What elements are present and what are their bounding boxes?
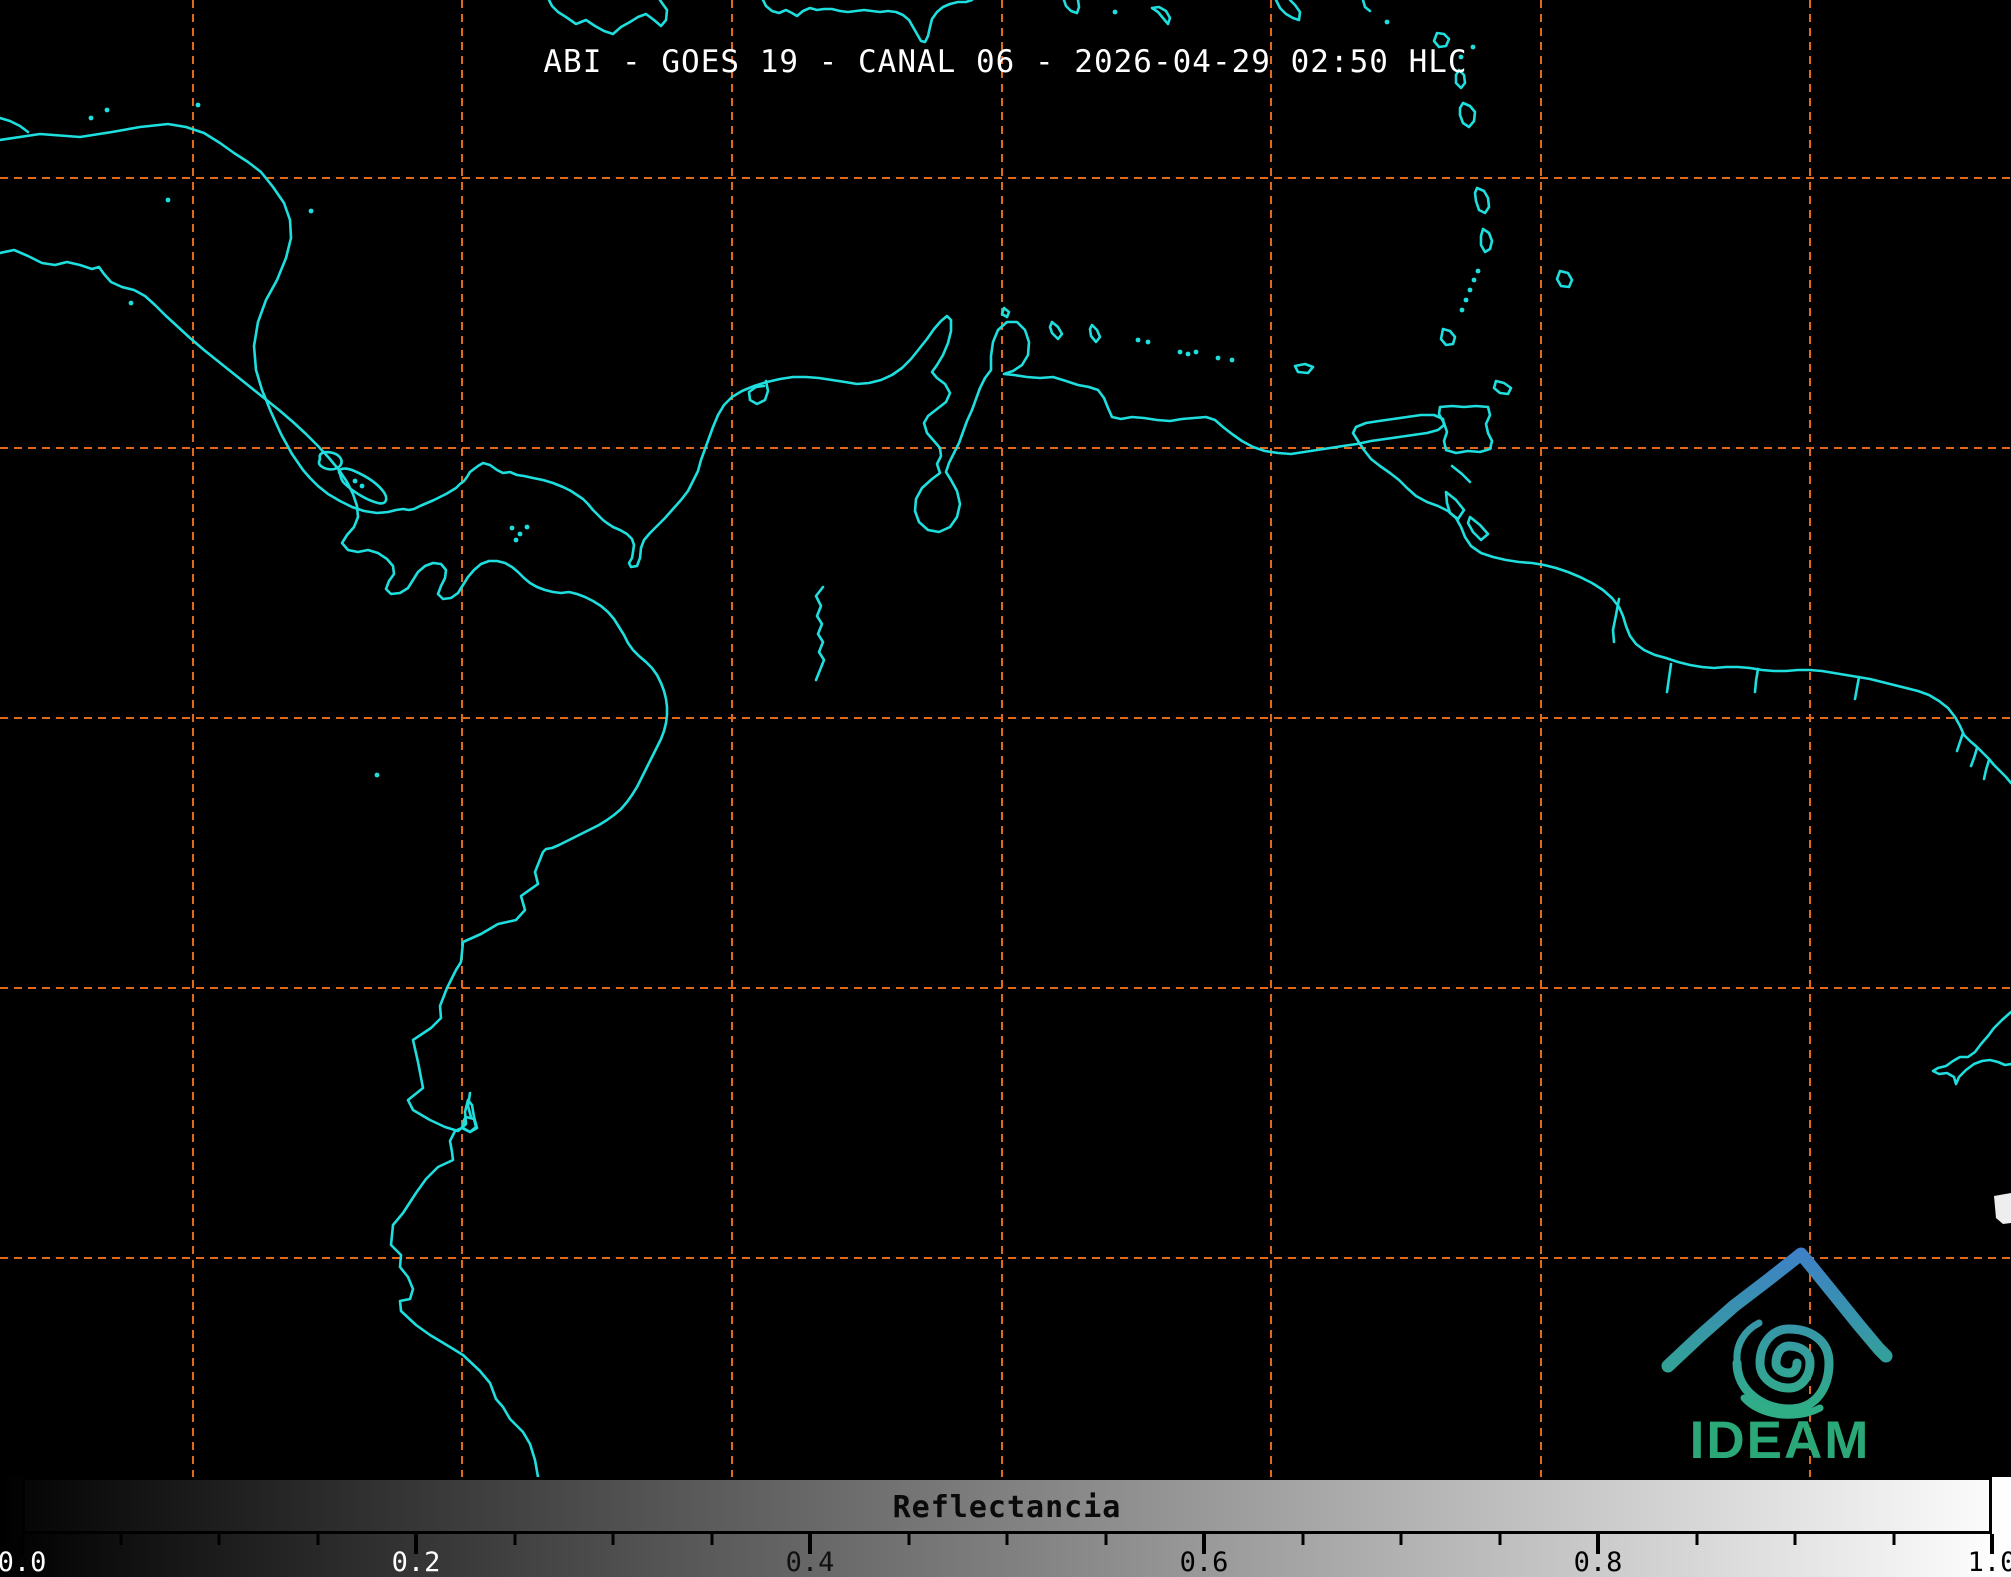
colorbar-minor-tick [513, 1534, 516, 1545]
colorbar-strip: Reflectancia 0.0 0.2 0.4 0.6 0.8 1.0 [0, 1477, 2011, 1577]
island-dot [352, 478, 358, 484]
coastline-path [1982, 758, 1991, 781]
coastline-path [1473, 186, 1491, 215]
coastline-path [1274, 0, 1302, 22]
island-dot [1229, 357, 1235, 363]
ideam-logo: IDEAM [1640, 1235, 1920, 1480]
coastline-path [1439, 327, 1457, 347]
coastline-path [1444, 490, 1466, 521]
coastline-path [1088, 323, 1102, 344]
coastline-path [1437, 404, 1494, 455]
island-dot [1177, 349, 1183, 355]
island-dot [1215, 355, 1221, 361]
ideam-logo-text: IDEAM [1689, 1411, 1871, 1470]
colorbar-gradient-bar: Reflectancia [22, 1477, 1992, 1534]
colorbar-minor-tick [1005, 1534, 1009, 1545]
colorbar-minor-tick [1301, 1534, 1304, 1545]
island-dot [88, 115, 94, 121]
coastline-path [1611, 597, 1621, 644]
island-dot [195, 102, 201, 108]
coastline-path [547, 0, 669, 36]
colorbar-label: Reflectancia [892, 1490, 1122, 1525]
product-title: ABI - GOES 19 - CANAL 06 - 2026-04-29 02… [543, 44, 1468, 80]
colorbar-tick-label: 1.0 [1967, 1547, 2011, 1577]
island-dot [374, 772, 380, 778]
colorbar-minor-tick [217, 1534, 221, 1545]
coastline-path [0, 248, 669, 1477]
colorbar-minor-tick [1793, 1534, 1797, 1545]
colorbar-minor-tick [316, 1534, 319, 1545]
coastline-path [0, 122, 2011, 785]
island-dot [1384, 19, 1390, 25]
colorbar-tick-label: 0.4 [785, 1547, 835, 1577]
colorbar-minor-tick [119, 1534, 122, 1545]
coastline-path [1853, 675, 1861, 701]
coastline-path [1931, 1010, 2011, 1086]
island-dot [517, 531, 523, 537]
coastline-path [1048, 320, 1064, 341]
island-dot [165, 197, 171, 203]
colorbar-minor-tick [1399, 1534, 1403, 1545]
island-dot [359, 483, 365, 489]
coastline-path [1062, 0, 1081, 15]
island-dot [1185, 351, 1191, 357]
cloud-bright-patch [1994, 1193, 2011, 1224]
colorbar-minor-tick [907, 1534, 910, 1545]
colorbar-minor-tick [1892, 1534, 1895, 1545]
island-dot [1193, 349, 1199, 355]
coastline-path [1458, 101, 1477, 129]
island-dot [1463, 297, 1469, 303]
colorbar-tick-label: 0.8 [1573, 1547, 1623, 1577]
coastline-path [1361, 0, 1372, 13]
island-dot [1145, 339, 1151, 345]
colorbar-minor-tick [1695, 1534, 1698, 1545]
island-dot [104, 107, 110, 113]
island-dot [128, 300, 134, 306]
colorbar-minor-tick [710, 1534, 713, 1545]
colorbar-minor-tick [611, 1534, 615, 1545]
coastline-path [1293, 362, 1315, 375]
coastline-path [1753, 667, 1760, 694]
coastline-path [1665, 662, 1673, 694]
coastline-path [1000, 306, 1011, 319]
island-dot [308, 208, 314, 214]
island-dot [1467, 287, 1473, 293]
island-dot [1112, 9, 1118, 15]
island-dot [1471, 277, 1477, 283]
coastline-path [1492, 379, 1513, 396]
colorbar-tick-label: 0.0 [0, 1547, 47, 1577]
island-dot [524, 524, 530, 530]
satellite-viewer: ABI - GOES 19 - CANAL 06 - 2026-04-29 02… [0, 0, 2011, 1577]
coastline-path [814, 585, 826, 682]
coastline-path [761, 0, 974, 44]
coastline-path [0, 116, 30, 134]
island-dot [1475, 268, 1481, 274]
colorbar-minor-tick [1498, 1534, 1501, 1545]
coastline-path [1479, 227, 1494, 254]
colorbar-minor-tick [1104, 1534, 1107, 1545]
coastline-path [1955, 731, 1965, 753]
coastline-path [1450, 464, 1472, 484]
island-dot [509, 525, 515, 531]
island-dot [1135, 337, 1141, 343]
coastline-path [1969, 746, 1979, 768]
coastline-path [1555, 269, 1574, 289]
island-dot [513, 537, 519, 543]
island-dot [1459, 307, 1465, 313]
colorbar-tick-label: 0.2 [391, 1547, 441, 1577]
coastline-path [1466, 515, 1490, 542]
coastline-path [1150, 5, 1172, 26]
colorbar-tick-label: 0.6 [1179, 1547, 1229, 1577]
